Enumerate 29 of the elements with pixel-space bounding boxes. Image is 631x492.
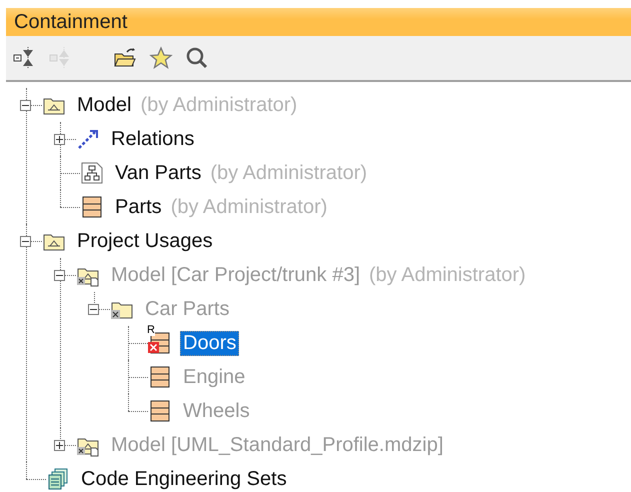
tree-item[interactable]: Model — [74, 92, 134, 118]
search-icon[interactable] — [184, 45, 210, 71]
dashed-arrow-icon — [76, 127, 100, 151]
block-icon — [148, 399, 172, 423]
stacked-sheets-icon — [46, 467, 70, 491]
tree-item[interactable]: Project Usages — [74, 228, 216, 254]
collapse-toggle[interactable] — [54, 270, 65, 280]
tree-item[interactable]: Van Parts — [112, 160, 204, 186]
expand-toggle[interactable] — [54, 440, 65, 450]
expand-toggle[interactable] — [54, 134, 65, 144]
badge-letter: R — [147, 325, 155, 336]
owner-note: (by Administrator) — [170, 196, 328, 218]
plus-icon — [56, 442, 63, 448]
tree-item[interactable]: Parts — [112, 194, 165, 220]
diagram-icon — [80, 161, 104, 185]
plus-icon — [56, 136, 63, 142]
collapse-toggle[interactable] — [88, 304, 99, 314]
collapse-toggle[interactable] — [20, 236, 31, 246]
panel-title: Containment — [14, 10, 128, 34]
tree-item[interactable]: Doors — [180, 330, 240, 356]
block-icon — [148, 365, 172, 389]
tree-item[interactable]: Code Engineering Sets — [78, 466, 290, 492]
owner-note: (by Administrator) — [140, 94, 298, 116]
owner-note: (by Administrator) — [210, 162, 368, 184]
star-icon[interactable] — [148, 45, 174, 71]
collapse-toggle[interactable] — [20, 100, 31, 110]
tree-item[interactable]: Relations — [108, 126, 198, 152]
owner-note: (by Administrator) — [369, 264, 526, 286]
block-icon — [80, 195, 104, 219]
